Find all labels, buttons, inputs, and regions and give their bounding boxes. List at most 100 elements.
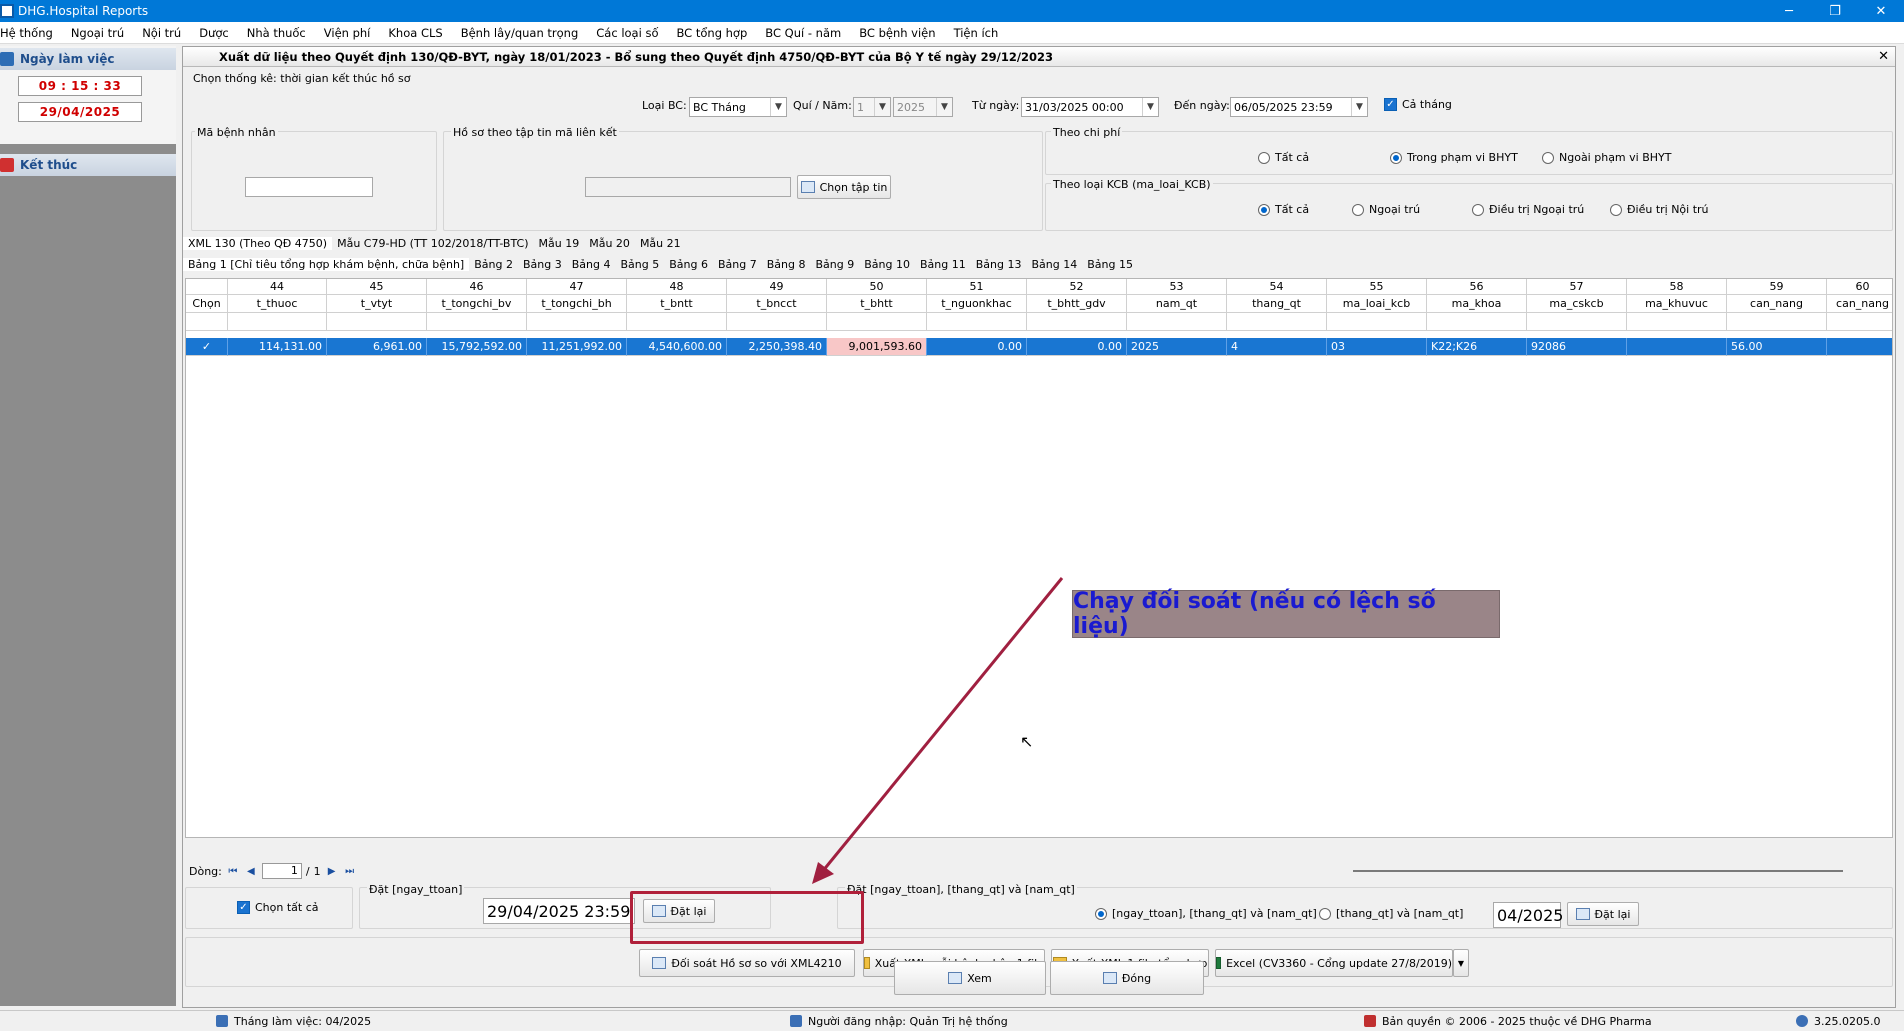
menu-duoc[interactable]: Dược bbox=[190, 26, 238, 40]
menu-ngoai-tru[interactable]: Ngoại trú bbox=[62, 26, 133, 40]
tab-mau21[interactable]: Mẫu 21 bbox=[635, 237, 686, 250]
row-select-checkbox[interactable]: ✓ bbox=[186, 338, 228, 356]
tab-xml130[interactable]: XML 130 (Theo QĐ 4750) bbox=[183, 237, 333, 250]
menu-bc-qui-nam[interactable]: BC Quí - năm bbox=[756, 26, 850, 40]
filter-cell[interactable] bbox=[1127, 313, 1227, 331]
month-input[interactable]: 04/2025 bbox=[1493, 902, 1563, 928]
menu-benh-lay[interactable]: Bệnh lây/quan trọng bbox=[452, 26, 588, 40]
chi-phi-trong-bhyt-radio[interactable]: Trong phạm vi BHYT bbox=[1390, 151, 1518, 164]
page-input[interactable]: 1 bbox=[261, 863, 302, 879]
filter-cell[interactable] bbox=[627, 313, 727, 331]
form-close-icon[interactable]: ✕ bbox=[1878, 49, 1889, 64]
tab-bang-2[interactable]: Bảng 2 bbox=[469, 258, 518, 271]
ho-so-input[interactable] bbox=[585, 177, 791, 197]
column-header[interactable]: t_bhtt bbox=[827, 295, 927, 313]
prev-page-icon[interactable]: ◀ bbox=[244, 864, 258, 878]
tab-bang-14[interactable]: Bảng 14 bbox=[1026, 258, 1082, 271]
column-header[interactable]: can_nang bbox=[1727, 295, 1827, 313]
chon-tat-ca-checkbox[interactable]: ✓ Chọn tất cả bbox=[237, 901, 319, 914]
tab-bang-7[interactable]: Bảng 7 bbox=[713, 258, 762, 271]
nam-combo[interactable]: 2025 ▼ bbox=[893, 97, 953, 117]
menu-cac-loai-so[interactable]: Các loại số bbox=[587, 26, 667, 40]
filter-cell[interactable] bbox=[727, 313, 827, 331]
chevron-down-icon[interactable]: ▼ bbox=[1351, 98, 1367, 116]
column-header[interactable]: t_nguonkhac bbox=[927, 295, 1027, 313]
tab-bang-13[interactable]: Bảng 13 bbox=[971, 258, 1027, 271]
excel-button[interactable]: Excel (CV3360 - Cổng update 27/8/2019) bbox=[1215, 949, 1453, 977]
column-header[interactable]: t_vtyt bbox=[327, 295, 427, 313]
filter-cell[interactable] bbox=[1727, 313, 1827, 331]
tab-c79[interactable]: Mẫu C79-HD (TT 102/2018/TT-BTC) bbox=[332, 237, 533, 250]
filter-cell[interactable] bbox=[1427, 313, 1527, 331]
tab-bang-3[interactable]: Bảng 3 bbox=[518, 258, 567, 271]
menu-bc-benh-vien[interactable]: BC bệnh viện bbox=[850, 26, 944, 40]
last-page-icon[interactable]: ⏭ bbox=[343, 864, 357, 878]
excel-dropdown-button[interactable]: ▼ bbox=[1453, 949, 1469, 977]
doi-soat-button[interactable]: Đối soát Hồ sơ so với XML4210 bbox=[639, 949, 855, 977]
column-header[interactable]: t_tongchi_bh bbox=[527, 295, 627, 313]
chi-phi-tat-ca-radio[interactable]: Tất cả bbox=[1258, 151, 1309, 164]
menu-he-thong[interactable]: Hệ thống bbox=[0, 26, 62, 40]
filter-cell[interactable] bbox=[1627, 313, 1727, 331]
kcb-tat-ca-radio[interactable]: Tất cả bbox=[1258, 203, 1309, 216]
table-row[interactable]: ✓ 114,131.00 6,961.00 15,792,592.00 11,251,9… bbox=[186, 338, 1892, 356]
column-header[interactable]: ma_khuvuc bbox=[1627, 295, 1727, 313]
tab-bang-9[interactable]: Bảng 9 bbox=[810, 258, 859, 271]
close-window-button[interactable]: ✕ bbox=[1858, 0, 1904, 22]
kcb-dieu-tri-noi-tru-radio[interactable]: Điều trị Nội trú bbox=[1610, 203, 1709, 216]
filter-cell[interactable] bbox=[1227, 313, 1327, 331]
tab-bang-6[interactable]: Bảng 6 bbox=[664, 258, 713, 271]
menu-noi-tru[interactable]: Nội trú bbox=[133, 26, 190, 40]
kcb-dieu-tri-ngoai-tru-radio[interactable]: Điều trị Ngoại trú bbox=[1472, 203, 1584, 216]
filter-cell[interactable] bbox=[1327, 313, 1427, 331]
xem-button[interactable]: Xem bbox=[894, 961, 1046, 995]
exit-item[interactable]: Kết thúc bbox=[0, 154, 176, 176]
column-header[interactable]: can_nang bbox=[1827, 295, 1892, 313]
next-page-icon[interactable]: ▶ bbox=[325, 864, 339, 878]
tab-mau19[interactable]: Mẫu 19 bbox=[534, 237, 585, 250]
filter-cell[interactable] bbox=[1827, 313, 1892, 331]
kcb-ngoai-tru-radio[interactable]: Ngoại trú bbox=[1352, 203, 1420, 216]
filter-cell[interactable] bbox=[186, 313, 228, 331]
tab-mau20[interactable]: Mẫu 20 bbox=[584, 237, 635, 250]
ma-benh-nhan-input[interactable] bbox=[245, 177, 373, 197]
filter-cell[interactable] bbox=[427, 313, 527, 331]
column-header[interactable]: t_thuoc bbox=[228, 295, 327, 313]
chevron-down-icon[interactable]: ▼ bbox=[936, 98, 952, 116]
tab-bang-10[interactable]: Bảng 10 bbox=[859, 258, 915, 271]
ngay-ttoan-input[interactable]: 29/04/2025 23:59 bbox=[483, 898, 635, 924]
column-header[interactable]: ma_loai_kcb bbox=[1327, 295, 1427, 313]
filter-cell[interactable] bbox=[1527, 313, 1627, 331]
tab-bang-1[interactable]: Bảng 1 [Chỉ tiêu tổng hợp khám bệnh, chữ… bbox=[183, 258, 470, 271]
tab-bang-4[interactable]: Bảng 4 bbox=[567, 258, 616, 271]
loai-bc-combo[interactable]: BC Tháng ▼ bbox=[689, 97, 787, 117]
column-header[interactable]: t_bncct bbox=[727, 295, 827, 313]
menu-vien-phi[interactable]: Viện phí bbox=[315, 26, 380, 40]
menu-nha-thuoc[interactable]: Nhà thuốc bbox=[238, 26, 315, 40]
column-header[interactable]: thang_qt bbox=[1227, 295, 1327, 313]
chevron-down-icon[interactable]: ▼ bbox=[770, 98, 786, 116]
column-header[interactable]: t_bntt bbox=[627, 295, 727, 313]
horizontal-scrollbar[interactable] bbox=[1353, 870, 1843, 872]
tu-ngay-picker[interactable]: 31/03/2025 00:00 ▼ bbox=[1021, 97, 1159, 117]
column-header[interactable]: nam_qt bbox=[1127, 295, 1227, 313]
filter-cell[interactable] bbox=[228, 313, 327, 331]
work-day-header[interactable]: Ngày làm việc bbox=[0, 48, 176, 70]
tab-bang-11[interactable]: Bảng 11 bbox=[915, 258, 971, 271]
filter-cell[interactable] bbox=[327, 313, 427, 331]
column-header[interactable]: t_bhtt_gdv bbox=[1027, 295, 1127, 313]
chi-phi-ngoai-bhyt-radio[interactable]: Ngoài phạm vi BHYT bbox=[1542, 151, 1671, 164]
dat-ngay-thang-nam-radio[interactable]: [ngay_ttoan], [thang_qt] và [nam_qt] bbox=[1095, 907, 1317, 920]
maximize-button[interactable]: ❐ bbox=[1812, 0, 1858, 22]
chon-tap-tin-button[interactable]: Chọn tập tin bbox=[797, 175, 891, 199]
filter-cell[interactable] bbox=[927, 313, 1027, 331]
menu-tien-ich[interactable]: Tiện ích bbox=[945, 26, 1008, 40]
dat-lai-button-2[interactable]: Đặt lại bbox=[1567, 902, 1639, 926]
column-header[interactable]: ma_cskcb bbox=[1527, 295, 1627, 313]
tab-bang-8[interactable]: Bảng 8 bbox=[762, 258, 811, 271]
dat-thang-nam-radio[interactable]: [thang_qt] và [nam_qt] bbox=[1319, 907, 1463, 920]
dong-button[interactable]: Đóng bbox=[1050, 961, 1204, 995]
tab-bang-15[interactable]: Bảng 15 bbox=[1082, 258, 1138, 271]
tab-bang-5[interactable]: Bảng 5 bbox=[615, 258, 664, 271]
chevron-down-icon[interactable]: ▼ bbox=[1142, 98, 1158, 116]
